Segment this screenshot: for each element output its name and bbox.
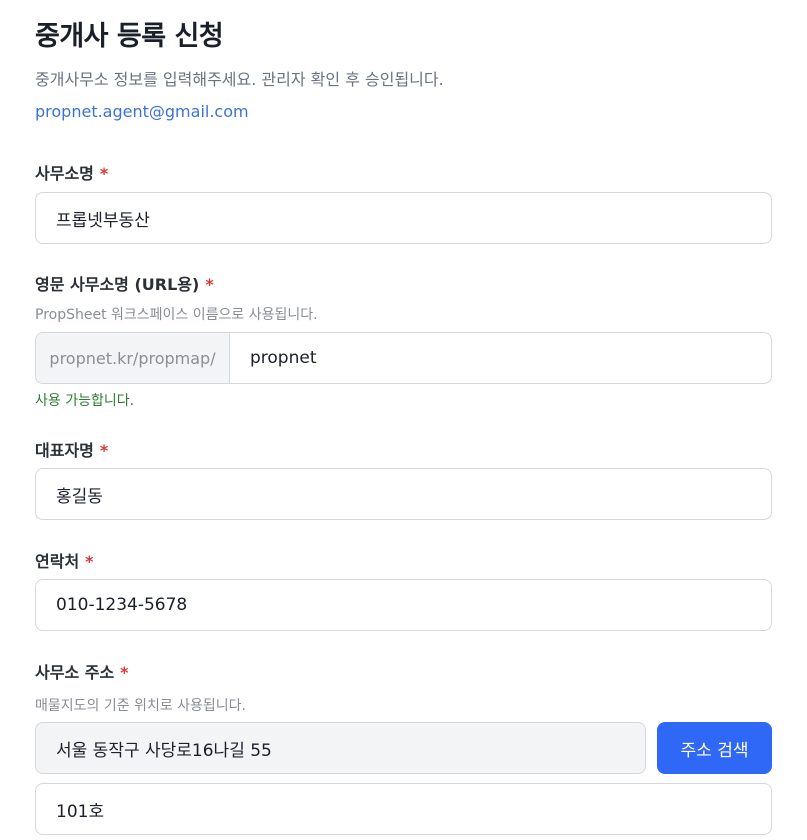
office-slug-label: 영문 사무소명 (URL용) * bbox=[35, 271, 214, 295]
office-name-label-text: 사무소명 bbox=[35, 164, 94, 183]
address-search-button[interactable]: 주소 검색 bbox=[657, 722, 772, 774]
representative-label-text: 대표자명 bbox=[35, 441, 94, 460]
url-prefix: propnet.kr/propmap/ bbox=[36, 333, 230, 383]
page-title: 중개사 등록 신청 bbox=[35, 21, 224, 52]
contact-label-text: 연락처 bbox=[35, 552, 80, 571]
contact-label: 연락처 * bbox=[35, 548, 94, 572]
address-input[interactable]: 서울 동작구 사당로16나길 55 bbox=[35, 722, 646, 774]
address-detail-value: 101호 bbox=[56, 801, 105, 822]
address-value: 서울 동작구 사당로16나길 55 bbox=[56, 740, 272, 761]
required-mark: * bbox=[85, 552, 94, 571]
address-detail-input[interactable]: 101호 bbox=[35, 783, 772, 835]
office-slug-label-text: 영문 사무소명 (URL용) bbox=[35, 275, 200, 294]
contact-value: 010-1234-5678 bbox=[56, 595, 188, 615]
required-mark: * bbox=[99, 441, 109, 460]
required-mark: * bbox=[120, 663, 129, 682]
account-email: propnet.agent@gmail.com bbox=[35, 102, 249, 121]
office-slug-value: propnet bbox=[250, 348, 317, 368]
representative-value: 홍길동 bbox=[56, 486, 103, 507]
representative-input[interactable]: 홍길동 bbox=[35, 468, 772, 520]
agent-registration-page: 중개사 등록 신청 중개사무소 정보를 입력해주세요. 관리자 확인 후 승인됩… bbox=[0, 0, 807, 840]
address-help: 매물지도의 기준 위치로 사용됩니다. bbox=[35, 698, 246, 714]
address-label-text: 사무소 주소 bbox=[35, 663, 115, 682]
required-mark: * bbox=[205, 275, 214, 294]
representative-label: 대표자명 * bbox=[35, 437, 108, 461]
office-name-input[interactable]: 프롭넷부동산 bbox=[35, 192, 772, 244]
office-slug-field: propnet.kr/propmap/ propnet bbox=[35, 332, 772, 384]
office-name-value: 프롭넷부동산 bbox=[56, 210, 150, 231]
office-slug-help: PropSheet 워크스페이스 이름으로 사용됩니다. bbox=[35, 307, 318, 323]
office-name-label: 사무소명 * bbox=[35, 160, 108, 184]
page-subtitle: 중개사무소 정보를 입력해주세요. 관리자 확인 후 승인됩니다. bbox=[35, 70, 444, 89]
contact-input[interactable]: 010-1234-5678 bbox=[35, 579, 772, 631]
slug-availability-status: 사용 가능합니다. bbox=[35, 393, 135, 409]
office-slug-input[interactable]: propnet bbox=[230, 333, 771, 383]
required-mark: * bbox=[99, 164, 109, 183]
address-label: 사무소 주소 * bbox=[35, 659, 129, 683]
